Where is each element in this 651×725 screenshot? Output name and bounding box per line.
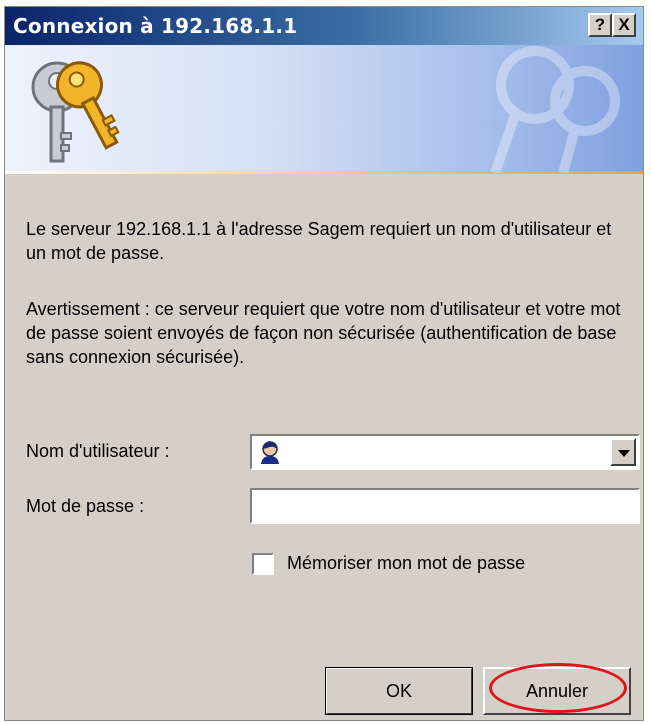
chevron-down-icon [618,450,630,457]
remember-password-label[interactable]: Mémoriser mon mot de passe [287,553,525,574]
user-icon [261,441,279,464]
keys-icon [31,61,120,163]
server-message: Le serveur 192.168.1.1 à l'adresse Sagem… [26,219,612,263]
title-bar[interactable]: Connexion à 192.168.1.1 ? X [5,7,643,45]
close-button[interactable]: X [612,13,636,37]
help-button[interactable]: ? [588,13,612,37]
cancel-button[interactable]: Annuler [483,667,631,715]
username-label: Nom d'utilisateur : [26,441,170,461]
password-field[interactable] [250,488,640,524]
username-dropdown-button[interactable] [610,438,636,466]
login-dialog: Connexion à 192.168.1.1 ? X Le serveur 1… [4,6,644,721]
security-warning: Avertissement : ce serveur requiert que … [26,299,621,367]
password-label: Mot de passe : [26,496,145,516]
remember-password-checkbox[interactable] [252,553,274,575]
username-combobox[interactable] [250,434,640,470]
window-title: Connexion à 192.168.1.1 [13,14,298,38]
keys-watermark-icon [490,46,620,173]
ok-button[interactable]: OK [325,667,473,715]
